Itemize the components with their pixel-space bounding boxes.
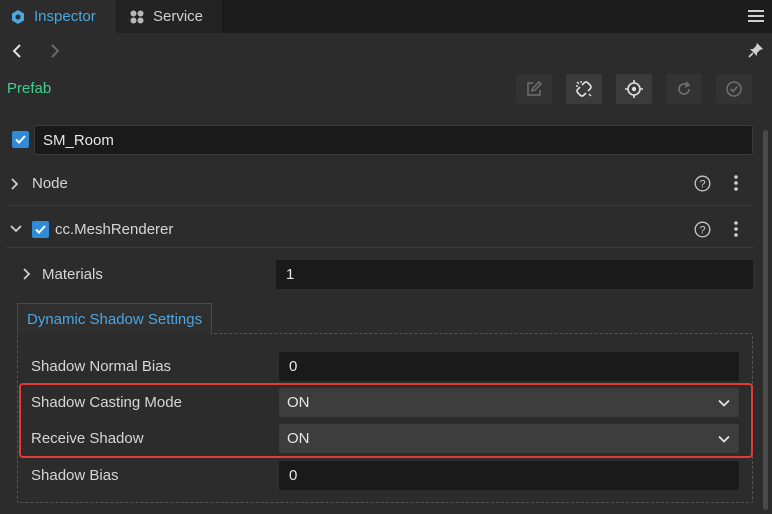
check-circle-icon	[726, 81, 742, 97]
divider	[6, 205, 754, 206]
section-mesh-renderer[interactable]: cc.MeshRenderer ?	[0, 207, 758, 251]
forward-arrow-icon[interactable]	[46, 42, 64, 60]
prefab-label: Prefab	[7, 80, 52, 97]
pin-icon[interactable]	[747, 41, 765, 59]
inspector-icon	[12, 9, 24, 24]
refresh-icon	[678, 81, 691, 95]
materials-label: Materials	[42, 266, 103, 283]
section-node-label: Node	[32, 175, 68, 192]
scrollbar[interactable]	[763, 130, 768, 510]
edit-icon	[527, 81, 542, 96]
node-active-checkbox[interactable]	[12, 131, 29, 148]
tab-service-label: Service	[153, 8, 204, 25]
divider	[6, 247, 754, 248]
mesh-renderer-enabled-checkbox[interactable]	[32, 221, 49, 238]
materials-count-input[interactable]: 1	[276, 260, 753, 289]
section-mesh-renderer-label: cc.MeshRenderer	[55, 221, 174, 238]
back-arrow-icon[interactable]	[8, 42, 26, 60]
check-icon	[35, 225, 46, 234]
locate-prefab-button[interactable]	[616, 74, 652, 104]
unlink-icon	[576, 81, 592, 97]
tab-dynamic-shadow-settings[interactable]: Dynamic Shadow Settings	[17, 303, 212, 334]
materials-row-toggle[interactable]: Materials	[22, 262, 262, 286]
shadow-normal-bias-label: Shadow Normal Bias	[31, 358, 172, 375]
highlight-box	[19, 383, 753, 458]
svg-text:?: ?	[699, 179, 705, 191]
apply-prefab-button[interactable]	[716, 74, 752, 104]
shadow-bias-input[interactable]: 0	[279, 461, 739, 490]
shadow-bias-label: Shadow Bias	[31, 467, 119, 484]
edit-prefab-button[interactable]	[516, 74, 552, 104]
more-options-icon[interactable]	[733, 174, 739, 192]
svg-text:?: ?	[699, 225, 705, 237]
tab-service[interactable]: Service	[117, 0, 223, 33]
unlink-prefab-button[interactable]	[566, 74, 602, 104]
section-node[interactable]: Node ?	[0, 161, 758, 205]
help-icon[interactable]: ?	[694, 221, 711, 238]
chevron-right-icon	[11, 178, 19, 190]
more-options-icon[interactable]	[733, 220, 739, 238]
tab-inspector-label: Inspector	[34, 8, 96, 25]
chevron-down-icon	[10, 225, 22, 233]
help-icon[interactable]: ?	[694, 175, 711, 192]
menu-icon[interactable]	[748, 9, 764, 23]
node-name-input[interactable]: SM_Room	[34, 125, 753, 155]
target-icon	[625, 80, 643, 98]
revert-prefab-button[interactable]	[666, 74, 702, 104]
check-icon	[15, 135, 26, 144]
chevron-right-icon	[23, 268, 31, 280]
shadow-normal-bias-input[interactable]: 0	[279, 352, 739, 381]
tab-inspector[interactable]: Inspector	[0, 0, 116, 33]
service-icon	[130, 10, 144, 23]
